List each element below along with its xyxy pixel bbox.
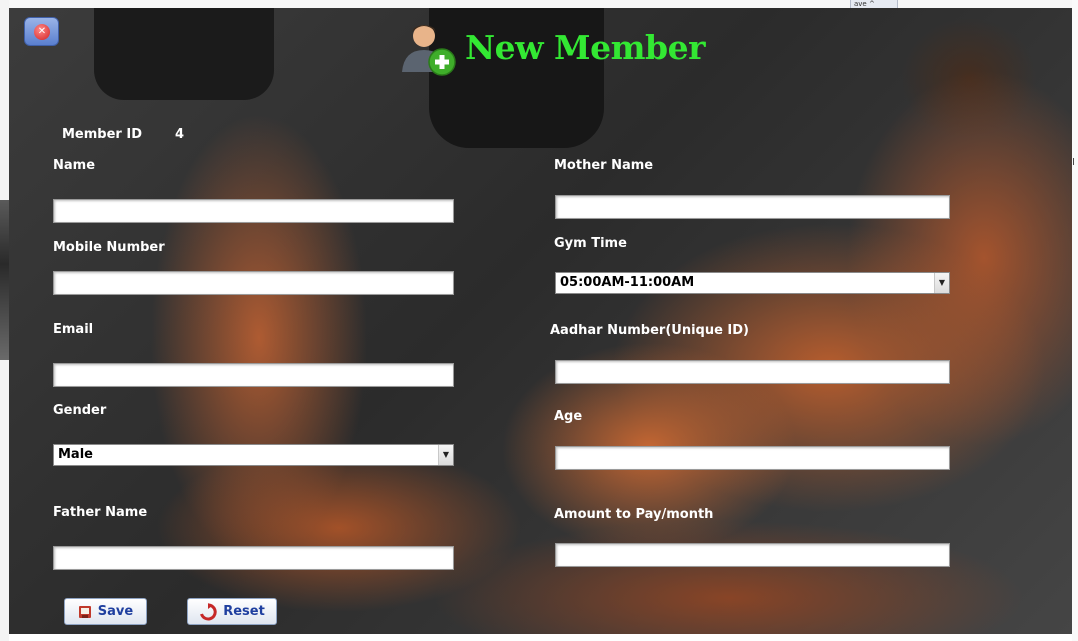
page-title: New Member — [465, 28, 705, 67]
gender-label: Gender — [53, 403, 107, 418]
reset-button[interactable]: Reset — [187, 598, 277, 625]
email-label: Email — [53, 322, 94, 337]
age-input[interactable] — [555, 446, 950, 470]
gender-selected-value: Male — [58, 447, 93, 462]
father-name-input[interactable] — [53, 546, 454, 570]
email-input[interactable] — [53, 363, 454, 387]
close-button[interactable]: ✕ — [24, 17, 59, 46]
aadhar-number-label: Aadhar Number(Unique ID) — [550, 323, 749, 338]
save-icon — [78, 605, 91, 618]
background-right-edge — [1072, 0, 1078, 641]
amount-label: Amount to Pay/month — [554, 507, 714, 522]
add-user-icon — [402, 25, 456, 76]
save-button-label: Save — [97, 604, 134, 619]
mother-name-input[interactable] — [555, 195, 950, 219]
father-name-label: Father Name — [53, 505, 148, 520]
background-dumbbell — [94, 8, 274, 100]
mobile-number-label: Mobile Number — [53, 240, 165, 255]
save-button[interactable]: Save — [64, 598, 147, 625]
mother-name-label: Mother Name — [554, 158, 654, 173]
reset-button-label: Reset — [223, 604, 265, 619]
close-icon: ✕ — [34, 24, 50, 40]
gym-time-select[interactable]: 05:00AM-11:00AM ▼ — [555, 272, 950, 294]
gym-time-selected-value: 05:00AM-11:00AM — [560, 275, 695, 290]
member-id-value: 4 — [175, 127, 185, 142]
chevron-down-icon[interactable]: ▼ — [934, 273, 949, 293]
name-label: Name — [53, 158, 96, 173]
mobile-number-input[interactable] — [53, 271, 454, 295]
aadhar-number-input[interactable] — [555, 360, 950, 384]
name-input[interactable] — [53, 199, 454, 223]
chevron-down-icon[interactable]: ▼ — [438, 445, 453, 465]
refresh-icon — [200, 602, 217, 620]
new-member-window: ✕ New Member Member ID 4 Name Mobile Num… — [9, 8, 1072, 634]
background-left-edge — [0, 0, 9, 641]
member-id-label: Member ID — [62, 127, 142, 142]
background-top-edge — [0, 0, 1078, 8]
gender-select[interactable]: Male ▼ — [53, 444, 454, 466]
age-label: Age — [554, 409, 583, 424]
gym-time-label: Gym Time — [554, 236, 627, 251]
amount-input[interactable] — [555, 543, 950, 567]
background-mark: I — [1072, 157, 1075, 168]
